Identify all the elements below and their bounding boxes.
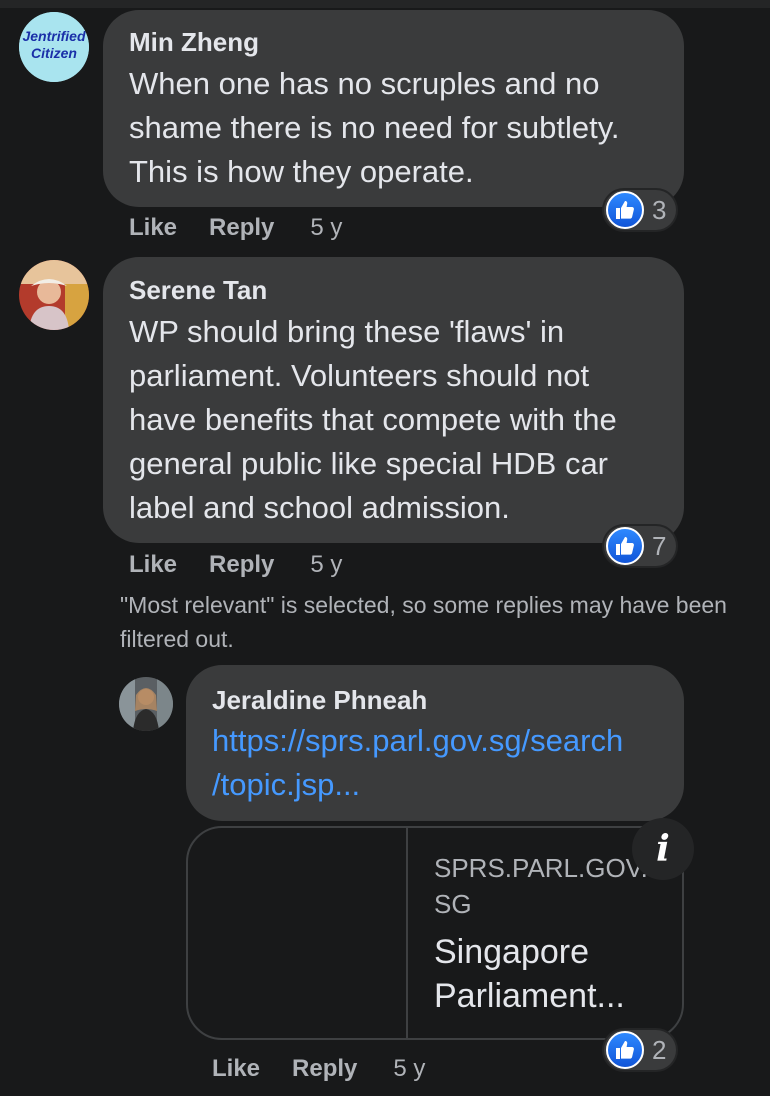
comment-text: When one has no scruples and no shame th… [129,66,620,189]
top-divider [0,0,770,8]
info-icon[interactable]: i [632,818,694,880]
like-button[interactable]: Like [129,214,177,242]
reply-button[interactable]: Reply [292,1055,357,1083]
reply-actions: Like Reply 5 y [212,1055,425,1083]
avatar-photo [119,677,173,731]
reaction-count: 7 [652,530,667,561]
preview-domain: SPRS.PARL.GOV.SG [434,853,648,919]
reply-button[interactable]: Reply [209,551,274,579]
preview-divider [406,828,408,1038]
timestamp[interactable]: 5 y [310,551,342,579]
like-button[interactable]: Like [212,1055,260,1083]
timestamp[interactable]: 5 y [310,214,342,242]
avatar[interactable] [19,260,89,330]
comment-text: WP should bring these 'flaws' in parliam… [129,314,617,525]
reaction-summary[interactable]: 2 [604,1030,677,1070]
like-button[interactable]: Like [129,551,177,579]
avatar[interactable]: Jentrified Citizen [19,12,89,82]
avatar-logo-icon: Jentrified Citizen [19,12,89,82]
svg-text:Jentrified: Jentrified [22,28,85,44]
reaction-count: 3 [652,194,667,225]
filter-notice: "Most relevant" is selected, so some rep… [120,592,727,652]
reaction-count: 2 [652,1034,667,1065]
reply-author[interactable]: Jeraldine Phneah [212,685,427,716]
svg-text:Citizen: Citizen [31,45,77,61]
avatar-photo [19,260,89,330]
comment-author[interactable]: Serene Tan [129,275,267,306]
like-thumb-icon [606,191,644,229]
reaction-summary[interactable]: 7 [604,526,677,566]
avatar[interactable] [119,677,173,731]
comment-actions: Like Reply 5 y [129,551,342,579]
like-thumb-icon [606,1031,644,1069]
comment-actions: Like Reply 5 y [129,214,342,242]
timestamp[interactable]: 5 y [393,1055,425,1083]
comment-author[interactable]: Min Zheng [129,27,259,58]
like-thumb-icon [606,527,644,565]
reaction-summary[interactable]: 3 [604,190,677,230]
reply-link[interactable]: https://sprs.parl.gov.sg/search /topic.j… [212,719,672,807]
link-preview-card[interactable]: SPRS.PARL.GOV.SG Singapore Parliament... [186,826,684,1040]
reply-button[interactable]: Reply [209,214,274,242]
preview-title: Singapore Parliament... [434,933,625,1015]
